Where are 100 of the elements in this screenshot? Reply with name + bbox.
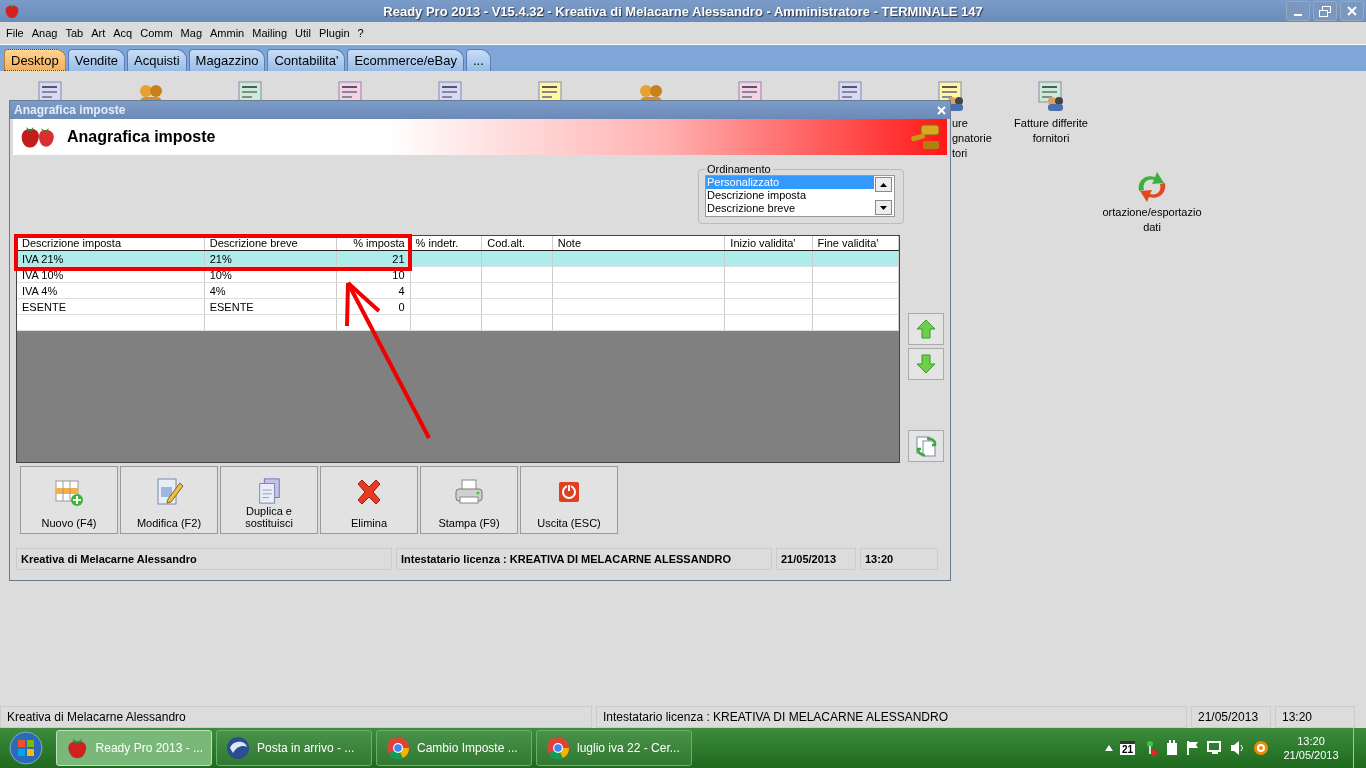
table-cell: IVA 10% bbox=[22, 268, 64, 281]
status-cell: Kreativa di Melacarne Alessandro bbox=[16, 548, 392, 570]
status-cell: 13:20 bbox=[860, 548, 938, 570]
table-cell: IVA 21% bbox=[22, 252, 64, 265]
window-title: Ready Pro 2013 - V15.4.32 - Kreativa di Melacarne Alessandro - Amministratore - TERMINALE 147 bbox=[383, 3, 983, 19]
table-cell: 10 bbox=[392, 268, 405, 281]
restore-button[interactable] bbox=[1313, 1, 1337, 21]
refresh-button[interactable] bbox=[908, 430, 944, 462]
column-header[interactable]: Inizio validita' bbox=[724, 236, 813, 251]
close-icon bbox=[1347, 6, 1357, 16]
table-add-icon bbox=[54, 477, 84, 507]
close-button[interactable] bbox=[1340, 1, 1364, 21]
menu-item[interactable]: ? bbox=[353, 27, 368, 39]
menu-item[interactable]: Art bbox=[87, 27, 110, 39]
icon-label: fornitori bbox=[1032, 131, 1070, 146]
monitor-icon[interactable] bbox=[1207, 740, 1223, 756]
restore-icon bbox=[1319, 5, 1331, 17]
table-cell: 4% bbox=[209, 284, 226, 297]
mail-icon bbox=[225, 735, 251, 761]
dialog-title: Anagrafica imposte bbox=[14, 103, 126, 117]
menu-item[interactable]: Util bbox=[291, 27, 315, 39]
gavel-icon bbox=[909, 123, 941, 151]
table-cell: 21 bbox=[392, 252, 405, 265]
clock[interactable]: 13:20 21/05/2013 bbox=[1276, 734, 1346, 762]
icon-label: gnatorie bbox=[952, 131, 992, 146]
tab[interactable]: ... bbox=[466, 49, 491, 71]
tab[interactable]: Desktop bbox=[4, 49, 66, 71]
tab[interactable]: Vendite bbox=[67, 49, 126, 71]
menu-item[interactable]: Ammin bbox=[206, 27, 249, 39]
taskbar-button[interactable]: luglio iva 22 - Cer... bbox=[536, 730, 692, 766]
down-caret-icon bbox=[880, 205, 887, 210]
toolbar-button[interactable]: Modifica (F2) bbox=[120, 466, 218, 534]
calendar-icon[interactable]: 21 bbox=[1119, 741, 1135, 755]
column-header[interactable]: Fine validita' bbox=[812, 236, 899, 251]
tab[interactable]: Magazzino bbox=[188, 49, 266, 71]
up-caret-icon bbox=[880, 182, 887, 187]
circle-logo-icon[interactable] bbox=[1253, 740, 1269, 756]
column-header[interactable]: % indetr. bbox=[410, 236, 482, 251]
show-hidden-icons[interactable] bbox=[1104, 745, 1113, 751]
menu-item[interactable]: Plugin bbox=[315, 27, 354, 39]
table-cell: IVA 4% bbox=[22, 284, 58, 297]
tab[interactable]: Contabilita' bbox=[267, 49, 346, 71]
toolbar-button[interactable]: Uscita (ESC) bbox=[520, 466, 618, 534]
status-cell: 21/05/2013 bbox=[776, 548, 856, 570]
toolbar-button[interactable]: Stampa (F9) bbox=[420, 466, 518, 534]
menu-item[interactable]: Anag bbox=[27, 27, 62, 39]
scroll-up-button[interactable] bbox=[875, 177, 892, 192]
list-option[interactable]: Descrizione imposta bbox=[706, 189, 874, 202]
column-header[interactable]: Cod.alt. bbox=[481, 236, 553, 251]
windows-logo-icon bbox=[9, 731, 43, 765]
column-header[interactable]: Note bbox=[552, 236, 725, 251]
table-cell: 0 bbox=[398, 300, 405, 313]
toolbar-button[interactable]: Duplica e sostituisci bbox=[220, 466, 318, 534]
tab[interactable]: Acquisti bbox=[127, 49, 187, 71]
document-pencil-icon bbox=[154, 477, 184, 507]
menu-item[interactable]: Tab bbox=[61, 27, 88, 39]
menu-item[interactable]: Comm bbox=[136, 27, 177, 39]
icon-label: ure bbox=[952, 116, 968, 131]
ordering-list[interactable]: Personalizzato Descrizione imposta Descrizione breve bbox=[705, 175, 895, 217]
toolbar-button[interactable]: Nuovo (F4) bbox=[20, 466, 118, 534]
taskbar-button[interactable]: Cambio Imposte ... bbox=[376, 730, 532, 766]
icon-label: tori bbox=[952, 146, 968, 161]
refresh-documents-icon bbox=[915, 435, 937, 457]
minimize-icon bbox=[1294, 13, 1302, 16]
menu-item[interactable]: Mailing bbox=[248, 27, 292, 39]
scroll-down-button[interactable] bbox=[875, 200, 892, 215]
dialog-heading: Anagrafica imposte bbox=[67, 128, 216, 146]
printer-icon bbox=[454, 477, 484, 507]
browser-icon bbox=[385, 735, 411, 761]
table-cell: ESENTE bbox=[209, 300, 254, 313]
table-cell: 4 bbox=[398, 284, 405, 297]
strawberries-icon bbox=[19, 124, 57, 150]
tab[interactable]: Ecommerce/eBay bbox=[347, 49, 464, 71]
document-people-icon[interactable] bbox=[1038, 81, 1064, 111]
down-arrow-icon bbox=[916, 354, 936, 374]
strawberry-icon bbox=[4, 2, 20, 20]
up-arrow-icon bbox=[916, 319, 936, 339]
device-icon[interactable] bbox=[1165, 740, 1179, 756]
status-cell: 21/05/2013 bbox=[1191, 706, 1271, 728]
menu-item[interactable]: Mag bbox=[176, 27, 206, 39]
status-cell: Kreativa di Melacarne Alessandro bbox=[0, 706, 592, 728]
icon-label: dati bbox=[1143, 220, 1161, 235]
status-cell: 13:20 bbox=[1275, 706, 1355, 728]
list-option[interactable]: Descrizione breve bbox=[706, 202, 874, 215]
flag-icon[interactable] bbox=[1186, 740, 1200, 756]
menu-item[interactable]: Acq bbox=[109, 27, 137, 39]
toolbar-button[interactable]: Elimina bbox=[320, 466, 418, 534]
menu-item[interactable]: File bbox=[2, 27, 28, 39]
table-cell: 21% bbox=[209, 252, 232, 265]
browser-icon bbox=[545, 735, 571, 761]
icon-label: ortazione/esportazio bbox=[1102, 205, 1202, 220]
minimize-button[interactable] bbox=[1286, 1, 1310, 21]
status-cell: Intestatario licenza : KREATIVA DI MELACARNE ALESSANDRO bbox=[396, 548, 772, 570]
speaker-icon[interactable] bbox=[1230, 740, 1246, 756]
table-cell: 10% bbox=[209, 268, 232, 281]
close-icon bbox=[937, 105, 946, 115]
group-label: Ordinamento bbox=[706, 163, 772, 175]
status-cell: Intestatario licenza : KREATIVA DI MELACARNE ALESSANDRO bbox=[596, 706, 1187, 728]
taskbar-button[interactable]: Posta in arrivo - ... bbox=[216, 730, 372, 766]
table-cell: ESENTE bbox=[22, 300, 66, 313]
